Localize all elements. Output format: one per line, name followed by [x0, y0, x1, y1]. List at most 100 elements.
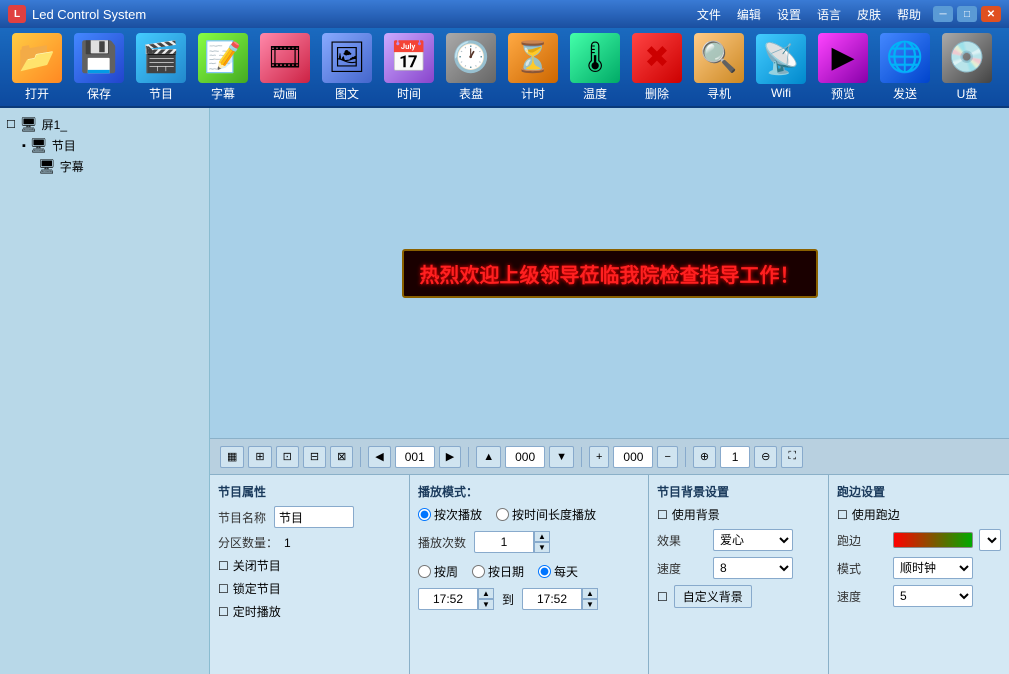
by-week-radio[interactable]: [418, 565, 431, 578]
next-button[interactable]: ▶: [439, 446, 461, 468]
spin-from-up[interactable]: ▲: [478, 588, 494, 599]
tree-screen[interactable]: ☐ 🖥 屏1_: [6, 114, 203, 135]
mode-by-count[interactable]: 按次播放: [418, 506, 482, 523]
zoom-input[interactable]: [720, 446, 750, 468]
tree-caption[interactable]: 🖥 字幕: [6, 156, 203, 177]
border-speed-select[interactable]: 5: [893, 585, 973, 607]
toolbar-wifi[interactable]: 📡 Wifi: [752, 34, 810, 100]
play-count-input[interactable]: [474, 531, 534, 553]
bottom-panels: 节目属性 节目名称 分区数量： 1 ☐ 关闭节目 ☐ 锁定节目: [210, 474, 1009, 674]
by-date[interactable]: 按日期: [472, 563, 524, 580]
spin-from-down[interactable]: ▼: [478, 599, 494, 610]
border-color-bar[interactable]: [893, 532, 973, 548]
minus-button[interactable]: −: [657, 446, 677, 468]
menu-file[interactable]: 文件: [697, 6, 721, 23]
layout-btn-1[interactable]: ▦: [220, 446, 244, 468]
toolbar-save[interactable]: 💾 保存: [70, 33, 128, 102]
toolbar-temperature[interactable]: 🌡 温度: [566, 33, 624, 102]
spin-up[interactable]: ▲: [534, 531, 550, 542]
zoom-out-button[interactable]: ⊖: [754, 446, 777, 468]
close-button[interactable]: ✕: [981, 6, 1001, 22]
count-label: 分区数量：: [218, 534, 278, 551]
every-day[interactable]: 每天: [538, 563, 578, 580]
custom-bg-button[interactable]: 自定义背景: [674, 585, 752, 608]
toolbar-time[interactable]: 📅 时间: [380, 33, 438, 102]
bg-speed-select[interactable]: 8: [713, 557, 793, 579]
toolbar-preview[interactable]: ▶ 预览: [814, 33, 872, 102]
name-row: 节目名称: [218, 506, 401, 528]
program-name-input[interactable]: [274, 506, 354, 528]
toolbar-udisk[interactable]: 💿 U盘: [938, 33, 996, 102]
by-week[interactable]: 按周: [418, 563, 458, 580]
every-day-radio[interactable]: [538, 565, 551, 578]
toolbar-clock[interactable]: 🕐 表盘: [442, 33, 500, 102]
bg-effect-row: 效果 爱心: [657, 529, 820, 551]
up-button[interactable]: ▲: [476, 446, 501, 468]
close-program-check[interactable]: ☐ 关闭节目: [218, 557, 401, 574]
layout-btn-5[interactable]: ⊠: [330, 446, 353, 468]
toolbar-program[interactable]: 🎬 节目: [132, 33, 190, 102]
add-button[interactable]: +: [589, 446, 609, 468]
bg-effect-select[interactable]: 爱心: [713, 529, 793, 551]
layout-btn-4[interactable]: ⊟: [303, 446, 326, 468]
maximize-button[interactable]: □: [957, 6, 977, 22]
play-title: 播放模式：: [418, 483, 640, 500]
toolbar-send[interactable]: 🌐 发送: [876, 33, 934, 102]
spin-down[interactable]: ▼: [534, 542, 550, 553]
close-checkbox-icon[interactable]: ☐: [218, 559, 229, 573]
toolbar-image[interactable]: 🖼 图文: [318, 33, 376, 102]
toolbar-caption[interactable]: 📝 字幕: [194, 33, 252, 102]
timer-play-check[interactable]: ☐ 定时播放: [218, 603, 401, 620]
bg-custom-checkbox[interactable]: ☐: [657, 590, 668, 604]
layout-btn-3[interactable]: ⊡: [276, 446, 299, 468]
border-color-select[interactable]: [979, 529, 1001, 551]
x-offset-input[interactable]: [613, 446, 653, 468]
toolbar-search[interactable]: 🔍 寻机: [690, 33, 748, 102]
count-row: 分区数量： 1: [218, 534, 401, 551]
menu-settings[interactable]: 设置: [777, 6, 801, 23]
use-bg-checkbox[interactable]: ☐: [657, 508, 668, 522]
time-to-spinner: ▲ ▼: [522, 588, 598, 610]
toolbar-animation[interactable]: 🎞 动画: [256, 33, 314, 102]
mode-time-radio[interactable]: [496, 508, 509, 521]
spin-to-down[interactable]: ▼: [582, 599, 598, 610]
checkbox-screen[interactable]: ☐: [6, 118, 16, 131]
use-bg-check[interactable]: ☐ 使用背景: [657, 506, 820, 523]
fit-button[interactable]: ⛶: [781, 446, 803, 468]
use-border-check[interactable]: ☐ 使用跑边: [837, 506, 1001, 523]
page-number-input[interactable]: [395, 446, 435, 468]
mode-by-time[interactable]: 按时间长度播放: [496, 506, 596, 523]
play-count-row: 播放次数 ▲ ▼: [418, 531, 640, 553]
expand-icon[interactable]: ▪: [22, 140, 26, 152]
toolbar-timer[interactable]: ⏳ 计时: [504, 33, 562, 102]
by-date-radio[interactable]: [472, 565, 485, 578]
tree-program[interactable]: ▪ 🖥 节目: [6, 135, 203, 156]
menu-bar: 文件 编辑 设置 语言 皮肤 帮助: [697, 6, 921, 23]
border-mode-row: 模式 顺时钟: [837, 557, 1001, 579]
lock-checkbox-icon[interactable]: ☐: [218, 582, 229, 596]
menu-edit[interactable]: 编辑: [737, 6, 761, 23]
right-area: 热烈欢迎上级领导莅临我院检查指导工作！ ▦ ⊞ ⊡ ⊟ ⊠ ◀ ▶ ▲ ▼ + …: [210, 108, 1009, 674]
use-border-checkbox[interactable]: ☐: [837, 508, 848, 522]
timer-checkbox-icon[interactable]: ☐: [218, 605, 229, 619]
spin-to-up[interactable]: ▲: [582, 588, 598, 599]
y-offset-input[interactable]: [505, 446, 545, 468]
bg-title: 节目背景设置: [657, 483, 820, 500]
toolbar-open[interactable]: 📂 打开: [8, 33, 66, 102]
layout-btn-2[interactable]: ⊞: [248, 446, 271, 468]
lock-program-check[interactable]: ☐ 锁定节目: [218, 580, 401, 597]
time-to-input[interactable]: [522, 588, 582, 610]
border-panel: 跑边设置 ☐ 使用跑边 跑边 模式 顺时钟 速度: [829, 475, 1009, 674]
bg-speed-label: 速度: [657, 560, 707, 577]
menu-skin[interactable]: 皮肤: [857, 6, 881, 23]
menu-language[interactable]: 语言: [817, 6, 841, 23]
time-from-input[interactable]: [418, 588, 478, 610]
mode-count-radio[interactable]: [418, 508, 431, 521]
down-button[interactable]: ▼: [549, 446, 574, 468]
zoom-in-button[interactable]: ⊕: [693, 446, 716, 468]
border-mode-select[interactable]: 顺时钟: [893, 557, 973, 579]
minimize-button[interactable]: ─: [933, 6, 953, 22]
toolbar-delete[interactable]: ✖ 删除: [628, 33, 686, 102]
prev-button[interactable]: ◀: [368, 446, 390, 468]
menu-help[interactable]: 帮助: [897, 6, 921, 23]
